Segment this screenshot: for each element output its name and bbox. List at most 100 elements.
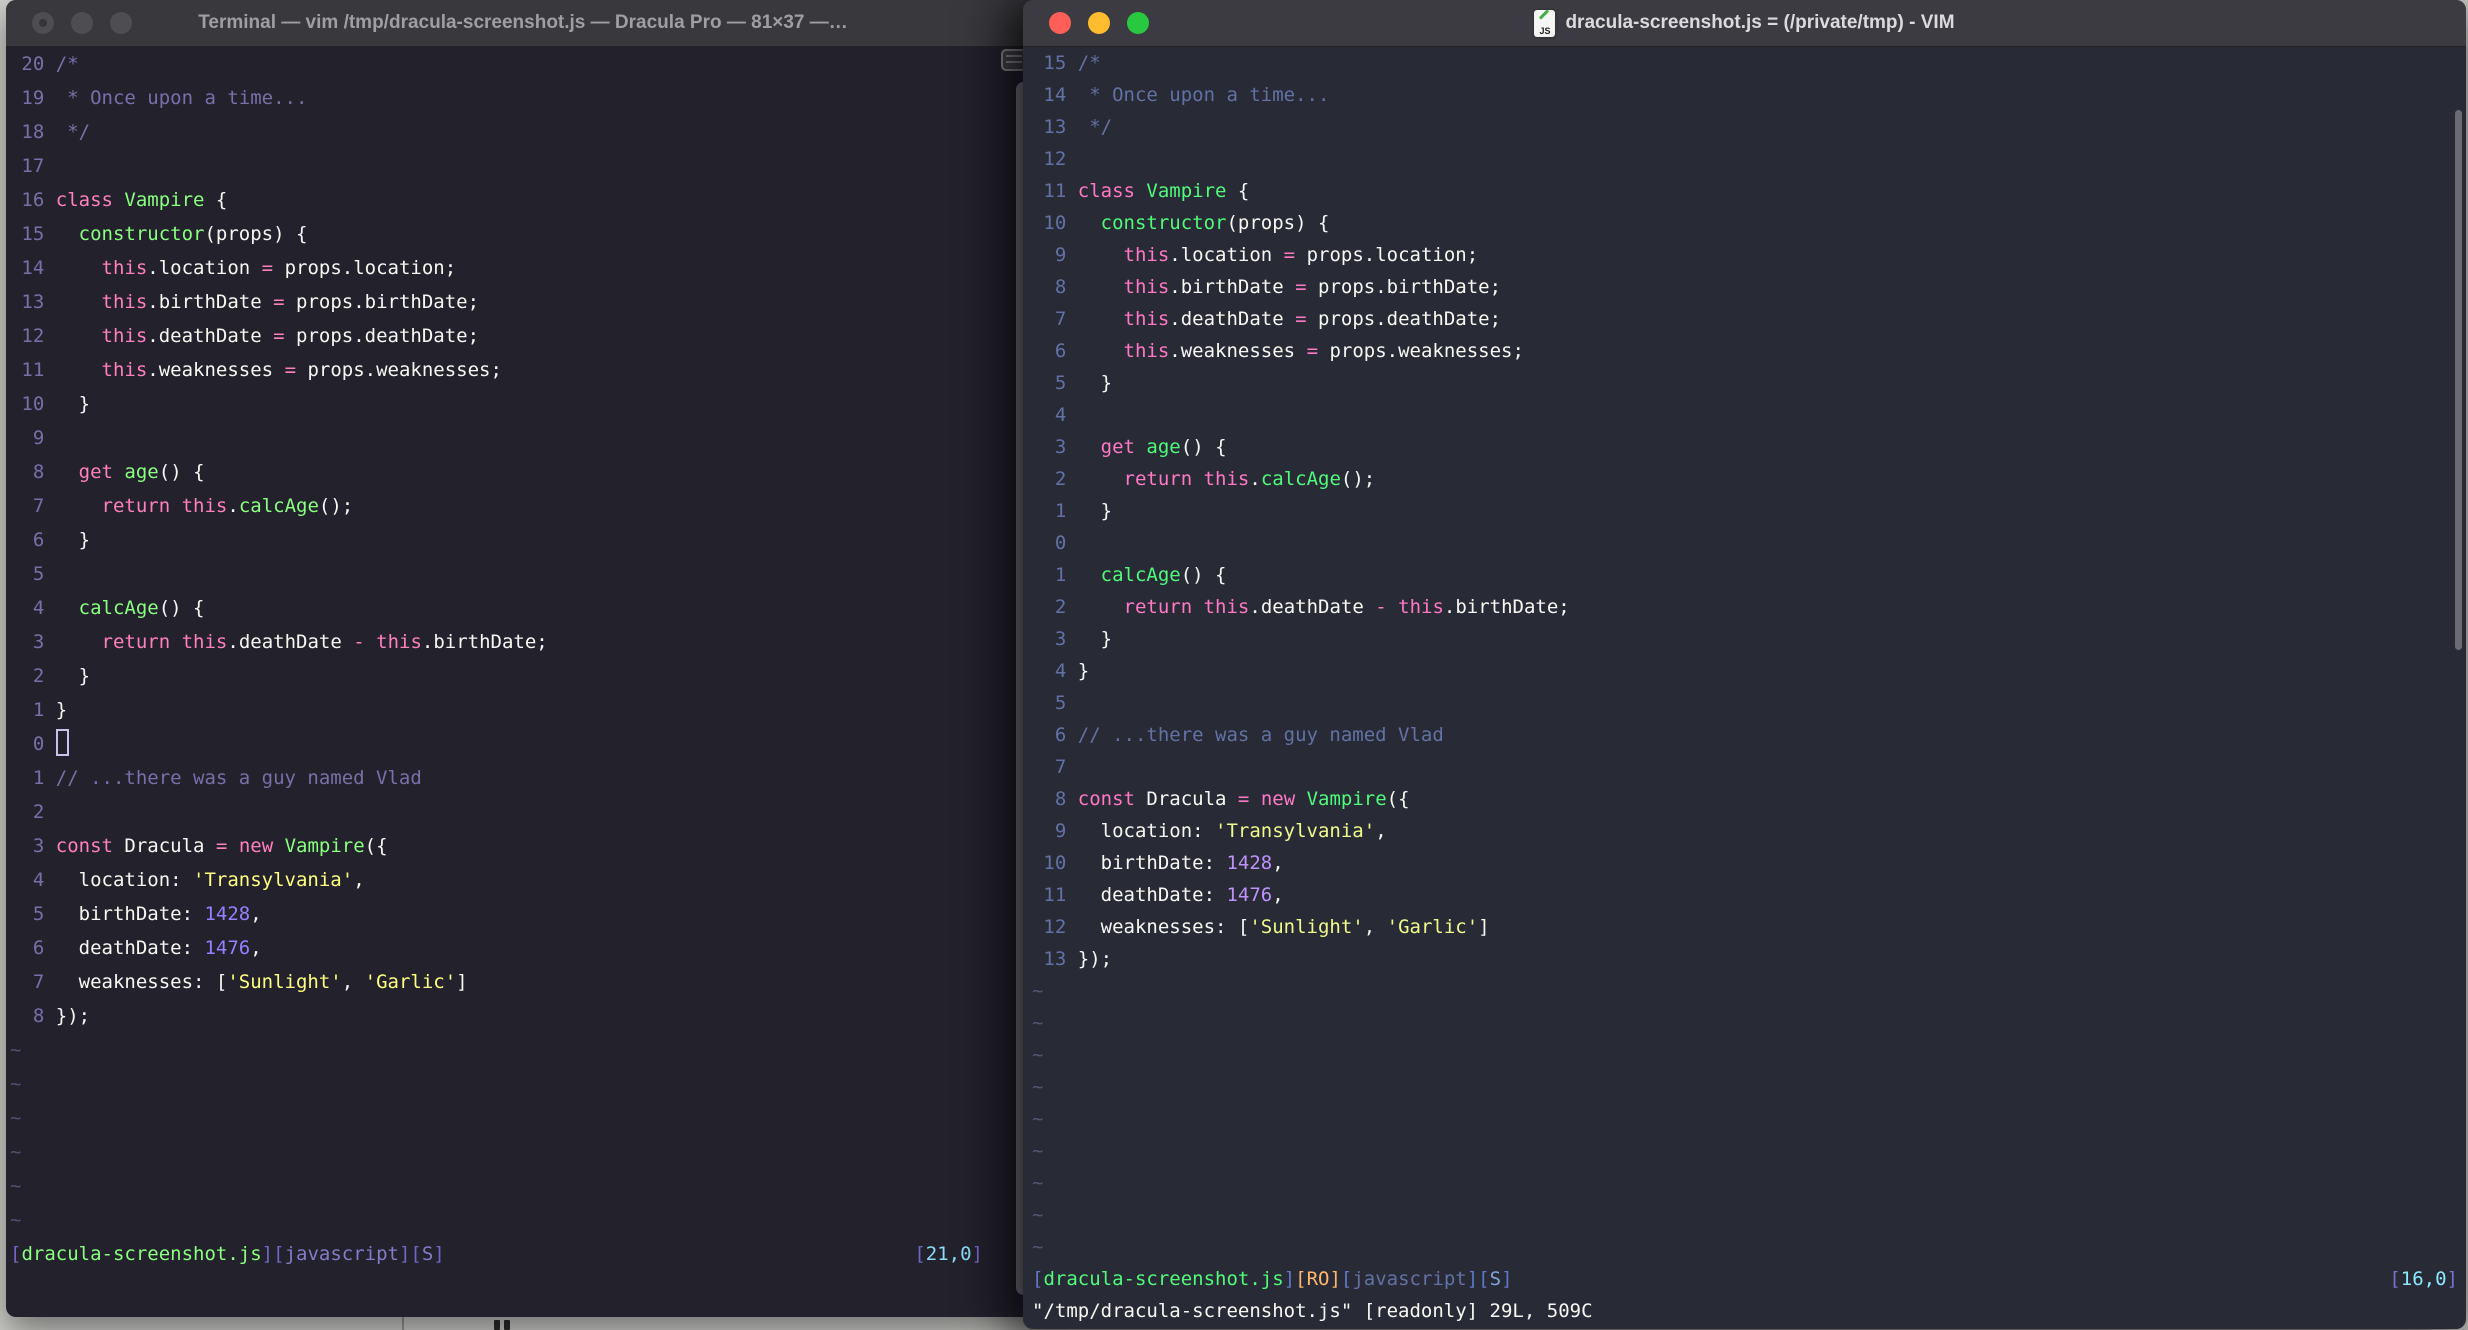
code-text: location: 'Transylvania', (1077, 820, 1387, 842)
close-button[interactable] (32, 12, 54, 34)
line-number: 2 (1054, 468, 1067, 490)
code-line: 11 class Vampire { (1032, 175, 2466, 207)
code-line: 10 constructor(props) { (1032, 207, 2466, 239)
code-line: 12 this.deathDate = props.deathDate; (10, 319, 1040, 353)
code-text: return this.deathDate - this.birthDate; (1123, 596, 1570, 618)
line-number: 5 (1054, 372, 1067, 394)
code-text: * Once upon a time... (55, 87, 308, 109)
code-line: 13}); (1032, 943, 2466, 975)
line-number: 4 (32, 869, 45, 891)
left-code-area[interactable]: 20/* 19 * Once upon a time... 18 */17 16 cla… (6, 47, 1040, 1317)
empty-line-tilde: ~ (10, 1175, 22, 1197)
code-text: const Dracula = new Vampire({ (1077, 788, 1410, 810)
code-line: 3 } (1032, 623, 2466, 655)
code-text: */ (55, 121, 91, 143)
code-line: 9 (10, 421, 1040, 455)
code-text: this.weaknesses = props.weaknesses; (101, 359, 502, 381)
background-window-fragment (504, 1320, 510, 1330)
code-text: } (55, 699, 68, 721)
code-text: } (1077, 660, 1090, 682)
code-line: 7 weaknesses: ['Sunlight', 'Garlic'] (10, 965, 1040, 999)
line-number: 17 (21, 155, 45, 177)
code-line: 7 this.deathDate = props.deathDate; (1032, 303, 2466, 335)
line-number: 19 (21, 87, 45, 109)
background-window-fragment (494, 1320, 500, 1330)
code-line: 19 * Once upon a time... (10, 81, 1040, 115)
desktop-background: Terminal — vim /tmp/dracula-screenshot.j… (0, 0, 2468, 1330)
line-number: 11 (1043, 884, 1067, 906)
code-line: 15 constructor(props) { (10, 217, 1040, 251)
code-line: 12 (1032, 143, 2466, 175)
left-titlebar[interactable]: Terminal — vim /tmp/dracula-screenshot.j… (6, 0, 1040, 47)
code-line: 13 */ (1032, 111, 2466, 143)
code-text: this.weaknesses = props.weaknesses; (1123, 340, 1524, 362)
code-text: // ...there was a guy named Vlad (55, 767, 422, 789)
code-line: 6 // ...there was a guy named Vlad (1032, 719, 2466, 751)
code-line: 14 * Once upon a time... (1032, 79, 2466, 111)
line-number: 8 (32, 461, 45, 483)
background-window-divider (402, 1316, 404, 1330)
code-line: 6 } (10, 523, 1040, 557)
line-number: 20 (21, 53, 45, 75)
code-text: /* (1077, 52, 1101, 74)
minimize-button[interactable] (1088, 12, 1110, 34)
cursor-position-ruler: [21,0] (914, 1243, 983, 1265)
code-text: deathDate: 1476, (1077, 884, 1284, 906)
line-number: 12 (21, 325, 45, 347)
line-number: 9 (1054, 820, 1067, 842)
code-line: 13 this.birthDate = props.birthDate; (10, 285, 1040, 319)
empty-line-tilde: ~ (1032, 1044, 1044, 1066)
close-button[interactable] (1049, 12, 1071, 34)
right-scrollbar[interactable] (2455, 110, 2462, 650)
code-line: 1 } (1032, 495, 2466, 527)
code-line: 1 calcAge() { (1032, 559, 2466, 591)
line-number: 8 (1054, 276, 1067, 298)
code-line: 7 return this.calcAge(); (10, 489, 1040, 523)
line-number: 8 (1054, 788, 1067, 810)
empty-line-tilde: ~ (1032, 1172, 1044, 1194)
code-line: 11 this.weaknesses = props.weaknesses; (10, 353, 1040, 387)
code-text: }); (1077, 948, 1113, 970)
vim-message-line: "/tmp/dracula-screenshot.js" [readonly] … (1032, 1300, 1593, 1322)
zoom-button[interactable] (110, 12, 132, 34)
code-line: 0 (1032, 527, 2466, 559)
code-text: /* (55, 53, 79, 75)
code-text: return this.deathDate - this.birthDate; (101, 631, 548, 653)
right-titlebar[interactable]: JS dracula-screenshot.js = (/private/tmp… (1023, 0, 2466, 47)
code-text: return this.calcAge(); (101, 495, 354, 517)
empty-line-tilde: ~ (10, 1209, 22, 1231)
code-text: const Dracula = new Vampire({ (55, 835, 388, 857)
code-line: 15 /* (1032, 47, 2466, 79)
line-number: 10 (21, 393, 45, 415)
code-line: 4 calcAge() { (10, 591, 1040, 625)
zoom-button[interactable] (1127, 12, 1149, 34)
code-line: 10 birthDate: 1428, (1032, 847, 2466, 879)
code-line: 0 (10, 727, 1040, 761)
right-code-area[interactable]: 15/* 14 * Once upon a time... 13 */12 11 cla… (1023, 47, 2466, 1329)
right-traffic-lights (1049, 12, 1149, 34)
line-number: 4 (32, 597, 45, 619)
line-number: 2 (32, 665, 45, 687)
code-text: } (55, 529, 91, 551)
code-line: 12 weaknesses: ['Sunlight', 'Garlic'] (1032, 911, 2466, 943)
code-text: } (55, 393, 91, 415)
line-number: 12 (1043, 916, 1067, 938)
code-line: 2 } (10, 659, 1040, 693)
empty-line-tilde: ~ (1032, 1204, 1044, 1226)
empty-line-tilde: ~ (1032, 1012, 1044, 1034)
line-number: 1 (32, 699, 45, 721)
code-line: 7 (1032, 751, 2466, 783)
vim-cursor (55, 729, 69, 756)
code-text: this.location = props.location; (101, 257, 457, 279)
code-line: 9 location: 'Transylvania', (1032, 815, 2466, 847)
code-line: 5 (10, 557, 1040, 591)
left-traffic-lights (32, 12, 132, 34)
empty-line-tilde: ~ (10, 1039, 22, 1061)
code-line: 8 const Dracula = new Vampire({ (1032, 783, 2466, 815)
code-line: 8}); (10, 999, 1040, 1033)
minimize-button[interactable] (71, 12, 93, 34)
code-text: calcAge() { (78, 597, 205, 619)
code-line: 16 class Vampire { (10, 183, 1040, 217)
line-number: 10 (1043, 852, 1067, 874)
code-line: 14 this.location = props.location; (10, 251, 1040, 285)
